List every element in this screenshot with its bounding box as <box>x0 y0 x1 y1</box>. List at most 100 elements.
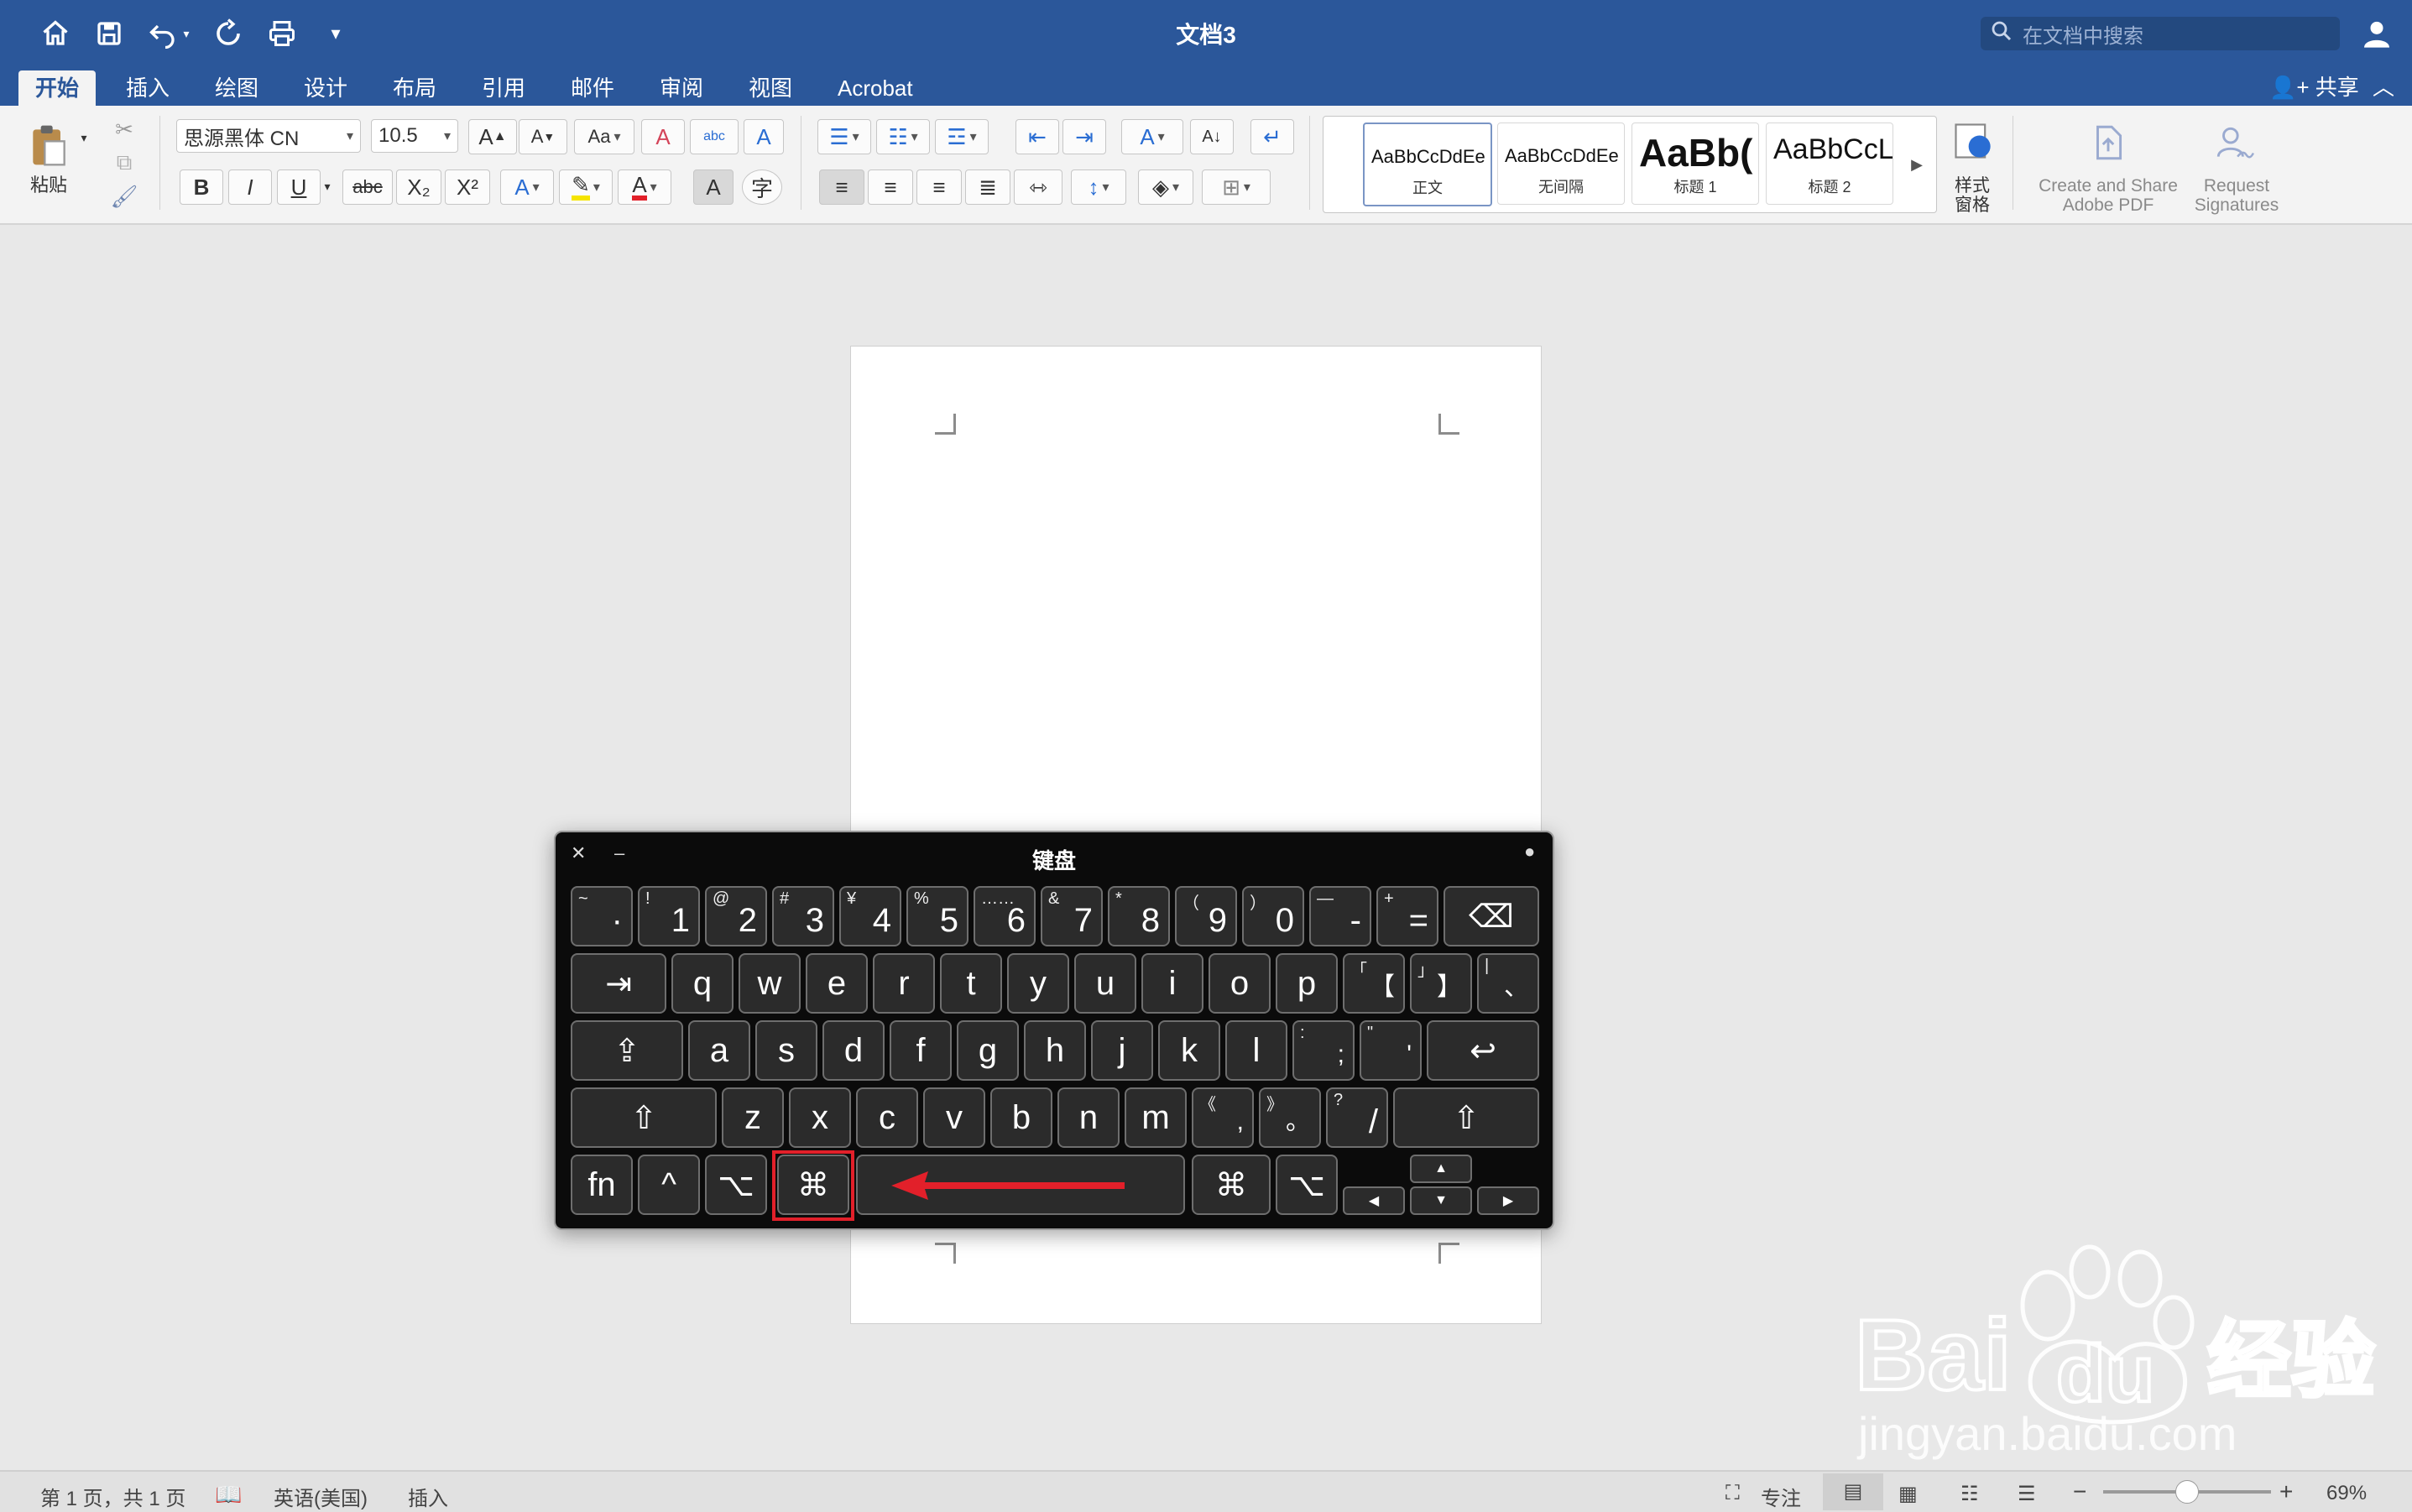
tab-review[interactable]: 审阅 <box>643 70 720 106</box>
styles-more-icon[interactable]: ▶ <box>1905 149 1929 180</box>
insert-mode[interactable]: 插入 <box>408 1482 448 1511</box>
key-arrow-up[interactable]: ▲ <box>1410 1155 1472 1183</box>
key-4[interactable]: ¥4 <box>839 886 901 946</box>
tab-design[interactable]: 设计 <box>287 70 364 106</box>
key-v[interactable]: v <box>923 1087 985 1148</box>
key-period[interactable]: 》。 <box>1259 1087 1321 1148</box>
key-right-bracket[interactable]: 」】 <box>1410 953 1472 1014</box>
key-right-shift[interactable]: ⇧ <box>1393 1087 1539 1148</box>
tab-insert[interactable]: 插入 <box>109 70 186 106</box>
key-semicolon[interactable]: :; <box>1292 1020 1355 1081</box>
key-fn[interactable]: fn <box>571 1155 633 1215</box>
show-formatting-button[interactable]: ↵ <box>1250 119 1294 154</box>
home-icon[interactable] <box>37 15 74 52</box>
style-heading-2[interactable]: AaBbCcL 标题 2 <box>1766 123 1893 205</box>
key-e[interactable]: e <box>806 953 868 1014</box>
shrink-font-button[interactable]: A ▼ <box>519 119 567 154</box>
key-quote[interactable]: " ' <box>1360 1020 1422 1081</box>
key-6[interactable]: …… 6 <box>974 886 1036 946</box>
key-7[interactable]: & 7 <box>1041 886 1103 946</box>
key-right-command[interactable]: ⌘ <box>1192 1155 1271 1215</box>
shading-button[interactable]: ◈ ▾ <box>1138 169 1193 205</box>
align-center-button[interactable]: ≡ <box>868 169 913 205</box>
key-w[interactable]: w <box>739 953 801 1014</box>
print-icon[interactable] <box>264 15 300 52</box>
sort-button[interactable]: A↓ <box>1190 119 1234 154</box>
focus-icon[interactable]: ⛶ <box>1725 1482 1740 1505</box>
font-color-button[interactable]: A ▾ <box>618 169 671 205</box>
page-info[interactable]: 第 1 页，共 1 页 <box>40 1482 185 1511</box>
tab-references[interactable]: 引用 <box>465 70 542 106</box>
save-icon[interactable] <box>91 15 128 52</box>
enclose-characters-button[interactable]: 字 <box>742 169 782 205</box>
key-o[interactable]: o <box>1209 953 1271 1014</box>
align-right-button[interactable]: ≡ <box>916 169 962 205</box>
style-heading-1[interactable]: AaBb( 标题 1 <box>1631 123 1759 205</box>
superscript-button[interactable]: X² <box>445 169 490 205</box>
key-arrow-down[interactable]: ▼ <box>1410 1186 1472 1215</box>
web-layout-icon[interactable]: ▦ <box>1898 1482 1918 1506</box>
key-left-option[interactable]: ⌥ <box>705 1155 767 1215</box>
proofing-icon[interactable]: 📖 <box>215 1482 242 1508</box>
undo-icon[interactable] <box>144 15 181 52</box>
key-r[interactable]: r <box>873 953 935 1014</box>
key-arrow-right[interactable]: ▶ <box>1477 1186 1539 1215</box>
key-return[interactable]: ↩ <box>1427 1020 1539 1081</box>
key-x[interactable]: x <box>789 1087 851 1148</box>
align-left-button[interactable]: ≡ <box>819 169 864 205</box>
numbering-button[interactable]: ☷ ▾ <box>876 119 930 154</box>
key-backtick[interactable]: ~ · <box>571 886 633 946</box>
key-minus[interactable]: — - <box>1309 886 1371 946</box>
key-3[interactable]: #3 <box>772 886 834 946</box>
key-t[interactable]: t <box>940 953 1002 1014</box>
font-size-select[interactable]: 10.5 ▾ <box>371 119 458 153</box>
key-k[interactable]: k <box>1158 1020 1220 1081</box>
highlight-color-button[interactable]: ✎ ▾ <box>559 169 613 205</box>
key-b[interactable]: b <box>990 1087 1052 1148</box>
tab-draw[interactable]: 绘图 <box>198 70 275 106</box>
bullets-button[interactable]: ☰ ▾ <box>817 119 871 154</box>
key-backslash[interactable]: |、 <box>1477 953 1539 1014</box>
key-comma[interactable]: 《, <box>1192 1087 1254 1148</box>
key-capslock[interactable]: ⇪ <box>571 1020 683 1081</box>
outline-view-icon[interactable]: ☷ <box>1960 1482 1979 1506</box>
key-h[interactable]: h <box>1024 1020 1086 1081</box>
request-signatures-button[interactable]: Request Signatures <box>2182 176 2291 215</box>
bold-button[interactable]: B <box>180 169 223 205</box>
phonetic-guide-button[interactable]: abc <box>690 119 739 154</box>
collapse-ribbon-icon[interactable]: ︿ <box>2367 70 2400 104</box>
key-0[interactable]: ） 0 <box>1242 886 1304 946</box>
profile-icon[interactable] <box>2360 17 2394 50</box>
character-shading-button[interactable]: A <box>693 169 734 205</box>
key-f[interactable]: f <box>890 1020 952 1081</box>
key-z[interactable]: z <box>722 1087 784 1148</box>
key-arrow-left[interactable]: ◀ <box>1343 1186 1405 1215</box>
key-q[interactable]: q <box>671 953 734 1014</box>
cut-icon[interactable]: ✂ <box>107 114 141 144</box>
multilevel-list-button[interactable]: ☲ ▾ <box>935 119 989 154</box>
print-layout-icon[interactable]: ▤ <box>1823 1473 1883 1510</box>
distributed-button[interactable]: ⇿ <box>1014 169 1062 205</box>
style-normal[interactable]: AaBbCcDdEe 正文 <box>1363 123 1492 206</box>
grow-font-button[interactable]: A ▲ <box>468 119 517 154</box>
key-y[interactable]: y <box>1007 953 1069 1014</box>
underline-button[interactable]: U <box>277 169 321 205</box>
text-effects-button[interactable]: A ▾ <box>500 169 554 205</box>
key-control[interactable]: ^ <box>638 1155 700 1215</box>
justify-button[interactable]: ≣ <box>965 169 1010 205</box>
zoom-level[interactable]: 69% <box>2326 1482 2367 1505</box>
key-equals[interactable]: + = <box>1376 886 1438 946</box>
borders-button[interactable]: ⊞ ▾ <box>1202 169 1271 205</box>
key-9[interactable]: （9 <box>1175 886 1237 946</box>
key-left-bracket[interactable]: 「【 <box>1343 953 1405 1014</box>
key-2[interactable]: @2 <box>705 886 767 946</box>
key-delete[interactable]: ⌫ <box>1444 886 1539 946</box>
line-spacing-button[interactable]: ↕ ▾ <box>1071 169 1126 205</box>
clear-formatting-button[interactable]: A <box>641 119 685 154</box>
key-slash[interactable]: ? / <box>1326 1087 1388 1148</box>
tab-home[interactable]: 开始 <box>18 70 97 106</box>
request-signatures-icon[interactable] <box>2209 119 2259 166</box>
key-g[interactable]: g <box>957 1020 1019 1081</box>
key-5[interactable]: % 5 <box>906 886 968 946</box>
key-c[interactable]: c <box>856 1087 918 1148</box>
